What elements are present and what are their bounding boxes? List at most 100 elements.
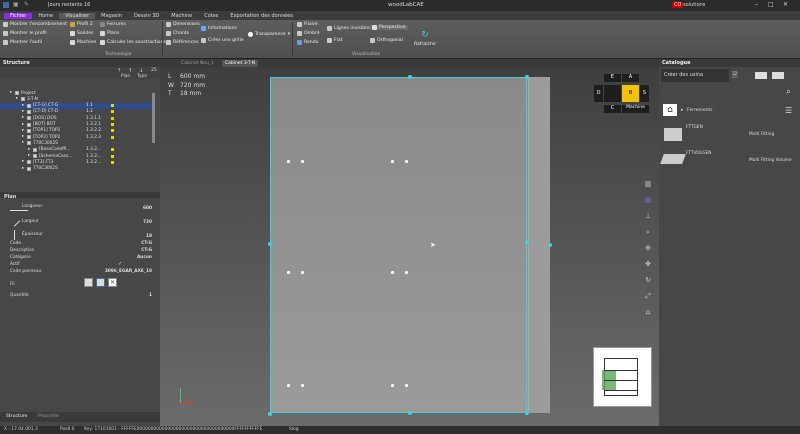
edit-icon[interactable]: ✎ xyxy=(24,1,29,8)
description-value[interactable]: CT-G xyxy=(141,248,152,253)
splitter[interactable] xyxy=(0,192,160,198)
catalog-search-input[interactable]: Créer des usina xyxy=(661,69,729,82)
machine-button[interactable]: Machine xyxy=(70,40,96,45)
tree-row[interactable]: ▸ 770C3002S xyxy=(0,166,152,172)
expand-icon[interactable]: ▸ xyxy=(22,134,24,139)
view-b[interactable]: B xyxy=(622,85,639,102)
pan-icon[interactable]: ✥ xyxy=(643,256,653,272)
solides-button[interactable]: Solides xyxy=(70,31,93,36)
view-d[interactable]: D xyxy=(594,85,603,102)
plans-button[interactable]: Plans xyxy=(100,31,119,36)
hidden-lines-button[interactable]: Lignes invisibles xyxy=(327,26,372,31)
code-value[interactable]: CT-G xyxy=(141,241,152,246)
expand-icon[interactable]: ▸ xyxy=(22,103,24,108)
tab-home[interactable]: Home xyxy=(32,13,59,19)
fit-icon[interactable]: ⤢ xyxy=(643,288,653,304)
drill-icon[interactable]: 🗎 xyxy=(732,71,738,82)
tab-cabinet-neu[interactable]: Cabinet Neu_1 xyxy=(178,60,217,67)
transparency-dropdown[interactable]: Transparence ▾ xyxy=(248,32,290,37)
rendu-button[interactable]: Rendu xyxy=(297,40,319,45)
calc-subtractions-button[interactable]: Calculer les soustractions xyxy=(100,40,166,45)
list-icon[interactable]: ☰ xyxy=(785,106,792,115)
tab-cotes[interactable]: Cotes xyxy=(198,13,224,19)
view-e[interactable]: E xyxy=(604,74,621,82)
view-left[interactable] xyxy=(604,85,621,102)
layout-icon[interactable]: ▥ xyxy=(643,176,653,192)
expand-icon[interactable]: ▸ xyxy=(16,96,18,101)
expand-icon[interactable]: ▸ xyxy=(22,166,24,171)
tree-scrollbar[interactable] xyxy=(152,93,155,143)
refresh-button[interactable]: ↻ Rafraîchir xyxy=(414,30,436,47)
expand-icon[interactable]: ▸ xyxy=(10,90,12,95)
minimize-button[interactable]: – xyxy=(755,1,758,8)
handle-left[interactable] xyxy=(268,242,272,246)
tab-visualiser[interactable]: Visualiser xyxy=(59,12,96,19)
filaire-button[interactable]: Filaire xyxy=(297,22,318,27)
save-icon[interactable]: ▣ xyxy=(13,1,19,8)
view-cube[interactable]: E A D B S C Machine xyxy=(594,73,650,115)
tab-structure[interactable]: Structure xyxy=(6,414,27,419)
show-envelope-button[interactable]: Montrer l'encombrement xyxy=(3,22,67,27)
expand-icon[interactable]: ▸ xyxy=(28,153,30,158)
orthogonal-button[interactable]: Orthogonal xyxy=(370,38,403,43)
catalog-item[interactable]: FTTVOLGEN Multi Fitting Volume xyxy=(659,150,800,172)
tab-dessin-3d[interactable]: Dessin 3D xyxy=(128,13,165,19)
grain-none-icon[interactable]: ✕ xyxy=(108,278,117,287)
measure-icon[interactable]: ⊥ xyxy=(643,208,653,224)
informations-button[interactable]: Informations xyxy=(201,26,237,31)
view-c[interactable]: C xyxy=(604,105,621,113)
epaisseur-value[interactable]: 18 xyxy=(146,234,152,239)
panel-icon[interactable] xyxy=(755,72,767,79)
rotate-icon[interactable]: ↻ xyxy=(643,272,653,288)
expand-icon[interactable]: ▸ xyxy=(22,109,24,114)
code-panneau-value[interactable]: 3096_EGAR_AXE_18 xyxy=(105,269,152,274)
handle-top[interactable] xyxy=(408,75,412,79)
expand-icon[interactable]: ▸ xyxy=(22,140,24,145)
3d-viewport[interactable]: L 600 mm W 720 mm T 18 mm ➤ E A D B S C Mac… xyxy=(160,68,659,426)
ombre-button[interactable]: Ombré xyxy=(297,31,320,36)
largeur-value[interactable]: 720 xyxy=(143,220,152,225)
tab-propriete[interactable]: Propriété xyxy=(38,414,59,419)
references-button[interactable]: Références xyxy=(166,40,199,45)
expand-icon[interactable]: ▸ xyxy=(22,159,24,164)
tab-fichier[interactable]: Fichier xyxy=(4,12,33,19)
expand-icon[interactable]: ▸ xyxy=(22,115,24,120)
expand-icon[interactable]: ▸ xyxy=(28,147,30,152)
handle-top-right[interactable] xyxy=(525,75,529,79)
view-machine[interactable]: Machine xyxy=(622,105,649,113)
grain-horizontal-icon[interactable] xyxy=(84,278,93,287)
catalog-breadcrumb[interactable]: Ferrements xyxy=(687,108,713,113)
grain-vertical-icon[interactable] xyxy=(96,278,105,287)
perspective-button[interactable]: Perspective xyxy=(370,25,408,30)
quantite-value[interactable]: 1 xyxy=(149,293,152,298)
view-a[interactable]: A xyxy=(622,74,639,82)
handle-bottom-right[interactable] xyxy=(525,411,529,415)
panel-front[interactable] xyxy=(270,77,550,413)
home-view-icon[interactable]: ⌂ xyxy=(643,304,653,320)
chants-button[interactable]: Chants xyxy=(166,31,189,36)
dimensions-button[interactable]: Dimensions xyxy=(166,22,200,27)
tab-cabinet-3tn[interactable]: Cabinet 3-T-N xyxy=(222,60,259,67)
show-tool-button[interactable]: Montrer l'outil xyxy=(3,40,42,45)
panel2-icon[interactable] xyxy=(772,72,784,79)
view-s[interactable]: S xyxy=(640,85,649,102)
categorie-value[interactable]: Aucun xyxy=(137,255,152,260)
maximize-button[interactable]: □ xyxy=(768,1,774,8)
close-button[interactable]: ✕ xyxy=(783,1,788,8)
home-icon[interactable]: ⌂ xyxy=(663,104,677,116)
actif-checkbox[interactable]: ✓ xyxy=(118,261,122,267)
ferrures-button[interactable]: Ferrures xyxy=(100,22,126,27)
zoom-icon[interactable]: ⊕ xyxy=(643,240,653,256)
profil2-button[interactable]: Profil 2 xyxy=(70,22,93,27)
longueur-value[interactable]: 600 xyxy=(143,206,152,211)
zoom-window-icon[interactable]: ⌕ xyxy=(643,224,653,240)
panel-side[interactable] xyxy=(528,77,550,413)
tab-machine[interactable]: Machine xyxy=(165,13,198,19)
tab-exportation[interactable]: Exportation des données xyxy=(224,13,298,19)
show-profile-button[interactable]: Montrer le profil xyxy=(3,31,47,36)
catalog-item[interactable]: FTTGEN Multi Fitting xyxy=(659,124,800,146)
tab-magasin[interactable]: Magasin xyxy=(95,13,128,19)
expand-icon[interactable]: ▸ xyxy=(22,128,24,133)
create-grid-button[interactable]: Créer une grille xyxy=(201,38,244,43)
expand-icon[interactable]: ▸ xyxy=(22,122,24,127)
